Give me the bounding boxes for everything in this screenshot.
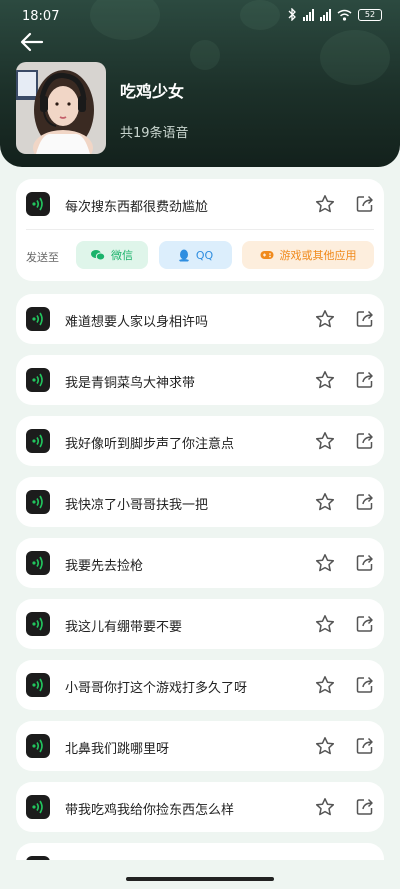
send-game-button[interactable]: 游戏或其他应用	[242, 241, 374, 269]
signal-icon	[303, 8, 314, 21]
gamepad-icon	[260, 251, 273, 259]
voice-card[interactable]: 我快凉了小哥哥扶我一把	[16, 477, 384, 527]
voice-text: 每次搜东西都很费劲尴尬	[65, 200, 209, 215]
favorite-star-icon[interactable]	[315, 194, 335, 214]
voice-card[interactable]: 小哥哥你打这个游戏打多久了呀	[16, 660, 384, 710]
voice-card-expanded: 每次搜东西都很费劲尴尬 发送至 微信 QQ 游戏或其他应用	[16, 179, 384, 281]
share-icon[interactable]	[355, 431, 375, 451]
voice-card[interactable]: 我好像听到脚步声了你注意点	[16, 416, 384, 466]
voice-text: 小哥哥你打这个游戏打多久了呀	[65, 681, 248, 696]
voice-pack-avatar	[16, 62, 106, 154]
voice-text: 带我吃鸡我给你捡东西怎么样	[65, 803, 235, 818]
voice-item[interactable]: 每次搜东西都很费劲尴尬	[16, 179, 384, 229]
voice-text: 北鼻我们跳哪里呀	[65, 742, 170, 757]
favorite-star-icon[interactable]	[315, 797, 335, 817]
qq-icon	[178, 249, 189, 261]
wechat-icon	[91, 250, 105, 261]
signal-icon	[320, 8, 331, 21]
favorite-star-icon[interactable]	[315, 675, 335, 695]
share-icon[interactable]	[355, 492, 375, 512]
voice-play-icon[interactable]	[26, 368, 50, 392]
send-qq-button[interactable]: QQ	[159, 241, 232, 269]
game-label: 游戏或其他应用	[279, 249, 357, 262]
voice-play-icon[interactable]	[26, 734, 50, 758]
favorite-star-icon[interactable]	[315, 492, 335, 512]
share-icon[interactable]	[355, 675, 375, 695]
share-icon[interactable]	[355, 370, 375, 390]
favorite-star-icon[interactable]	[315, 370, 335, 390]
share-icon[interactable]	[355, 194, 375, 214]
voice-card[interactable]: 我要先去捡枪	[16, 538, 384, 588]
voice-card[interactable]: 我这儿有绷带要不要	[16, 599, 384, 649]
favorite-star-icon[interactable]	[315, 736, 335, 756]
wifi-icon	[337, 9, 352, 21]
voice-play-icon[interactable]	[26, 429, 50, 453]
voice-count: 共19条语音	[120, 126, 189, 141]
favorite-star-icon[interactable]	[315, 614, 335, 634]
qq-label: QQ	[195, 248, 214, 262]
voice-text: 我是青铜菜鸟大神求带	[65, 376, 196, 391]
voice-play-icon[interactable]	[26, 307, 50, 331]
voice-text: 我好像听到脚步声了你注意点	[65, 437, 235, 452]
voice-pack-header: 18:07 52 吃鸡少女 共19条语音	[0, 0, 400, 167]
send-wechat-button[interactable]: 微信	[76, 241, 148, 269]
battery-icon: 52	[358, 8, 382, 21]
divider	[26, 229, 374, 230]
bottom-fade	[0, 860, 400, 889]
share-icon[interactable]	[355, 309, 375, 329]
page-title: 吃鸡少女	[120, 82, 185, 101]
home-indicator[interactable]	[126, 877, 274, 881]
voice-play-icon[interactable]	[26, 673, 50, 697]
header-decoration	[320, 30, 390, 85]
favorite-star-icon[interactable]	[315, 431, 335, 451]
voice-text: 我快凉了小哥哥扶我一把	[65, 498, 209, 513]
voice-text: 难道想要人家以身相许吗	[65, 315, 209, 330]
header-decoration	[190, 40, 220, 70]
voice-play-icon[interactable]	[26, 490, 50, 514]
voice-text: 我这儿有绷带要不要	[65, 620, 183, 635]
voice-card[interactable]: 带我吃鸡我给你捡东西怎么样	[16, 782, 384, 832]
voice-card[interactable]: 难道想要人家以身相许吗	[16, 294, 384, 344]
voice-play-icon[interactable]	[26, 612, 50, 636]
voice-text: 我要先去捡枪	[65, 559, 144, 574]
back-arrow-icon[interactable]	[18, 30, 46, 54]
voice-play-icon[interactable]	[26, 551, 50, 575]
status-time: 18:07	[22, 9, 60, 24]
voice-card[interactable]: 我是青铜菜鸟大神求带	[16, 355, 384, 405]
send-to-label: 发送至	[26, 251, 59, 264]
favorite-star-icon[interactable]	[315, 553, 335, 573]
wechat-label: 微信	[111, 249, 133, 262]
voice-play-icon[interactable]	[26, 192, 50, 216]
favorite-star-icon[interactable]	[315, 309, 335, 329]
share-icon[interactable]	[355, 736, 375, 756]
share-icon[interactable]	[355, 797, 375, 817]
voice-card[interactable]: 北鼻我们跳哪里呀	[16, 721, 384, 771]
voice-play-icon[interactable]	[26, 795, 50, 819]
share-icon[interactable]	[355, 553, 375, 573]
bluetooth-icon	[288, 8, 296, 21]
status-bar: 18:07 52	[0, 0, 400, 32]
share-icon[interactable]	[355, 614, 375, 634]
